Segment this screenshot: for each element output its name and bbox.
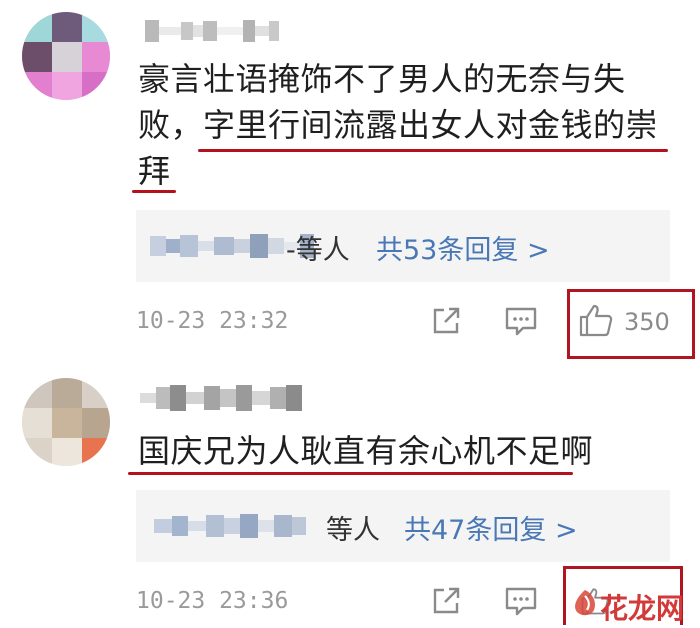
thumbs-up-icon[interactable] — [578, 302, 614, 338]
reply-icon[interactable] — [504, 305, 538, 337]
avatar[interactable] — [22, 12, 110, 100]
reply-users-label: 等人 — [326, 515, 380, 546]
watermark-text: 花龙网 — [600, 592, 685, 625]
comment-text-line-1: 国庆兄为人耿直有余心机不足啊 — [138, 432, 594, 470]
replies-preview[interactable]: 等人 共47条回复 > — [136, 490, 670, 562]
view-replies-link[interactable]: 共53条回复 > — [376, 228, 550, 267]
avatar[interactable] — [22, 378, 110, 466]
username-blurred[interactable] — [145, 18, 279, 44]
highlight-underline — [128, 472, 573, 475]
share-icon[interactable] — [430, 585, 462, 617]
reply-usernames-blurred — [154, 513, 306, 539]
share-icon[interactable] — [430, 305, 462, 337]
reply-icon[interactable] — [504, 585, 538, 617]
highlight-underline — [132, 190, 176, 193]
comment-text-line-2: 败，字里行间流露出女人对金钱的崇 — [138, 106, 659, 144]
username-blurred[interactable] — [140, 384, 302, 412]
reply-users-label: -等人 — [286, 235, 350, 266]
like-count: 350 — [624, 308, 670, 336]
comment-timestamp: 10-23 23:32 — [136, 308, 289, 334]
comment-text-line-1: 豪言壮语掩饰不了男人的无奈与失 — [138, 60, 626, 98]
view-replies-link[interactable]: 共47条回复 > — [404, 508, 578, 547]
watermark-logo-icon — [575, 590, 595, 616]
comment-text-line-3: 拜 — [138, 152, 171, 190]
comment-timestamp: 10-23 23:36 — [136, 588, 289, 614]
replies-preview[interactable]: -等人 共53条回复 > — [136, 210, 670, 282]
highlight-underline — [198, 149, 668, 152]
